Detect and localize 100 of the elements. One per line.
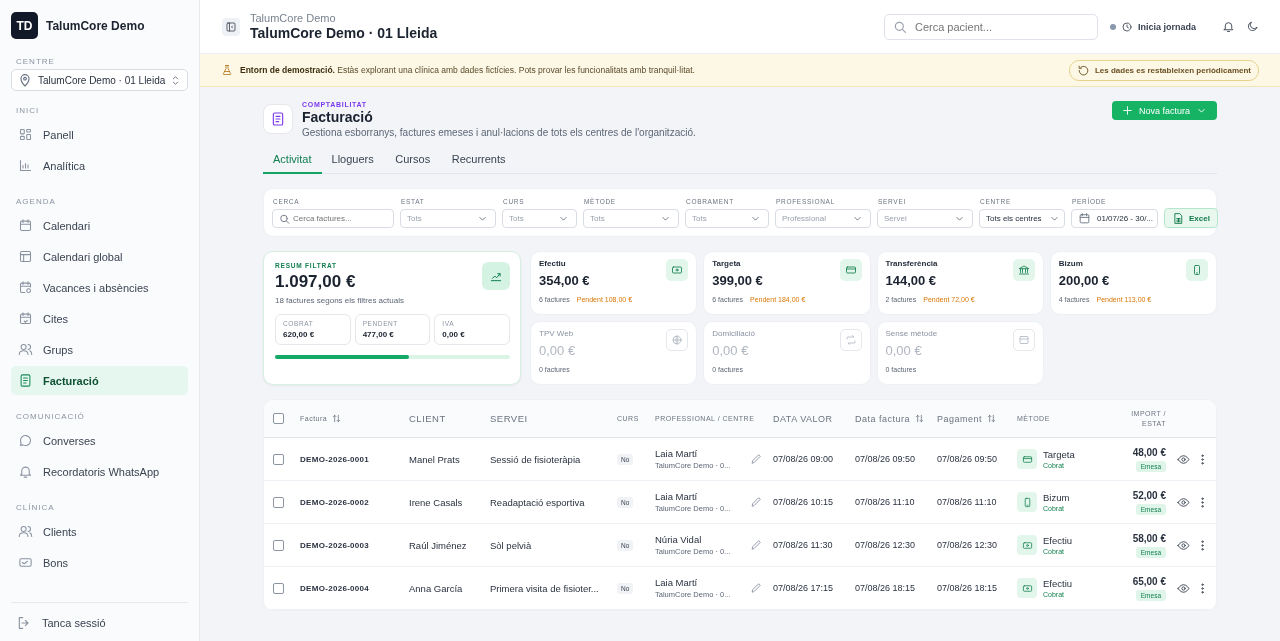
- service-name: Sessió de fisioteràpia: [490, 453, 582, 465]
- nav-item[interactable]: Clients: [11, 517, 188, 546]
- sort-icon: [914, 413, 926, 424]
- column-header: CLIENT: [409, 413, 447, 424]
- date-cell-text: 07/08/26 09:50: [855, 454, 917, 464]
- users-icon: [18, 342, 33, 357]
- row-checkbox[interactable]: [273, 582, 284, 594]
- nav-item[interactable]: Recordatoris WhatsApp: [11, 457, 188, 486]
- bank-icon: [1017, 264, 1030, 276]
- flask-icon: [221, 64, 233, 76]
- tab[interactable]: Recurrents: [441, 153, 516, 174]
- client-name: Irene Casals: [409, 496, 464, 508]
- calendar-icon: [1078, 212, 1091, 225]
- page-header-title: TalumCore Demo · 01 Lleida: [250, 25, 438, 41]
- centre-label: CENTRE: [15, 57, 56, 68]
- date-cell-text: 07/08/26 09:50: [937, 454, 999, 464]
- eye-icon: [1177, 538, 1190, 552]
- method-amount: 200,00 €: [1058, 273, 1111, 288]
- sort-icon: [986, 413, 998, 424]
- summary-total: 1.097,00 €: [275, 272, 357, 292]
- nav-item[interactable]: Bons: [11, 548, 188, 577]
- client-name: Raúl Jiménez: [409, 539, 468, 551]
- view-button[interactable]: [1177, 538, 1190, 552]
- nav-item[interactable]: Cites: [11, 304, 188, 333]
- professional-name: Núria Vidal: [655, 534, 703, 545]
- client-name: Manel Prats: [409, 453, 461, 465]
- calendar-check-icon: [18, 311, 33, 326]
- column-header: DATA VALOR: [773, 413, 834, 424]
- centre-select[interactable]: TalumCore Demo · 01 Lleida: [11, 69, 188, 91]
- logo-badge: TD: [11, 12, 38, 39]
- nav-item[interactable]: Vacances i absències: [11, 273, 188, 302]
- date-cell-text: 07/08/26 12:30: [937, 540, 999, 550]
- row-checkbox[interactable]: [273, 453, 284, 465]
- stat-value: 0,00 €: [442, 330, 466, 339]
- nav-section-title: AGENDA: [15, 196, 57, 208]
- users-icon: [18, 524, 33, 539]
- nav-item[interactable]: Calendari: [11, 211, 188, 240]
- ticket-icon: [18, 555, 33, 570]
- search-field[interactable]: Cerca factures...: [272, 209, 394, 228]
- document-icon: [270, 111, 286, 127]
- pencil-icon: [750, 451, 763, 465]
- tab[interactable]: Lloguers: [321, 153, 384, 174]
- invoice-amount: 65,00 €: [1132, 575, 1166, 587]
- client-name: Anna García: [409, 582, 464, 594]
- row-checkbox[interactable]: [273, 539, 284, 551]
- credit-card-icon: [844, 264, 857, 276]
- start-shift-button[interactable]: Inicia jornada: [1120, 20, 1196, 33]
- service-name: Sòl pelvià: [490, 539, 533, 551]
- eye-icon: [1177, 495, 1190, 509]
- page-subtitle: Gestiona esborranys, factures emeses i anul·lacions de tots els centres de l'organització.: [302, 127, 697, 138]
- sidebar-toggle-button[interactable]: [222, 17, 240, 36]
- box-icon: [1017, 334, 1030, 346]
- panel-icon: [225, 20, 237, 33]
- service-name: Primera visita de fisioter...: [490, 582, 600, 594]
- date-cell-text: 07/08/26 17:15: [773, 583, 835, 593]
- view-button[interactable]: [1177, 452, 1190, 466]
- invoice-number: DEMO-2026-0003: [299, 540, 371, 550]
- invoice-number: DEMO-2026-0004: [299, 583, 371, 593]
- eye-icon: [1177, 452, 1190, 466]
- professional-name: Laia Martí: [655, 577, 699, 588]
- filter-dropdown[interactable]: Tots els centres: [979, 209, 1065, 228]
- nav-item[interactable]: Calendari global: [11, 242, 188, 271]
- tab[interactable]: Cursos: [383, 153, 442, 174]
- page-title: Facturació: [302, 109, 374, 125]
- bell-icon: [18, 464, 33, 479]
- globe-icon: [671, 334, 684, 346]
- row-checkbox[interactable]: [273, 496, 284, 508]
- date-cell-text: 07/08/26 11:10: [937, 497, 998, 507]
- view-button[interactable]: [1177, 581, 1190, 595]
- excel-export-button[interactable]: Excel: [1164, 208, 1218, 228]
- repeat-icon: [844, 334, 857, 346]
- method-amount: 354,00 €: [539, 273, 591, 288]
- nav-section-title: CLÍNICA: [15, 502, 56, 514]
- method-name: Domiciliació: [712, 329, 755, 338]
- method-name: TPV Web: [539, 329, 575, 338]
- nav-item[interactable]: Panell: [11, 120, 188, 149]
- date-range-field[interactable]: 01/07/26 - 30/...: [1071, 209, 1158, 228]
- invoice-amount: 48,00 €: [1132, 446, 1166, 458]
- select-all-checkbox[interactable]: [273, 413, 284, 424]
- date-cell-text: 07/08/26 18:15: [937, 583, 999, 593]
- stat-value: 620,00 €: [283, 330, 316, 339]
- brand-name: TalumCore Demo: [46, 18, 145, 33]
- nav-item[interactable]: Facturació: [11, 366, 188, 395]
- nav-item[interactable]: Grups: [11, 335, 188, 364]
- search-field[interactable]: Cerca pacient...: [883, 13, 1098, 40]
- date-cell-text: 07/08/26 11:10: [855, 497, 916, 507]
- method-name: Efectiu: [1043, 535, 1073, 546]
- nav-item[interactable]: Converses: [11, 426, 188, 455]
- location-pin-icon: [17, 72, 33, 88]
- stat-value: 477,00 €: [362, 330, 395, 339]
- banknote-icon: [671, 264, 684, 276]
- date-cell-text: 07/08/26 12:30: [855, 540, 917, 550]
- method-name: Sense mètode: [885, 329, 938, 338]
- column-header[interactable]: Pagament: [937, 413, 1017, 424]
- service-name: Readaptació esportiva: [490, 496, 586, 508]
- tab[interactable]: Activitat: [263, 153, 322, 174]
- logout-link[interactable]: Tanca sessió: [11, 602, 188, 631]
- column-header[interactable]: Data factura: [855, 413, 937, 424]
- view-button[interactable]: [1177, 495, 1190, 509]
- nav-item[interactable]: Analítica: [11, 151, 188, 180]
